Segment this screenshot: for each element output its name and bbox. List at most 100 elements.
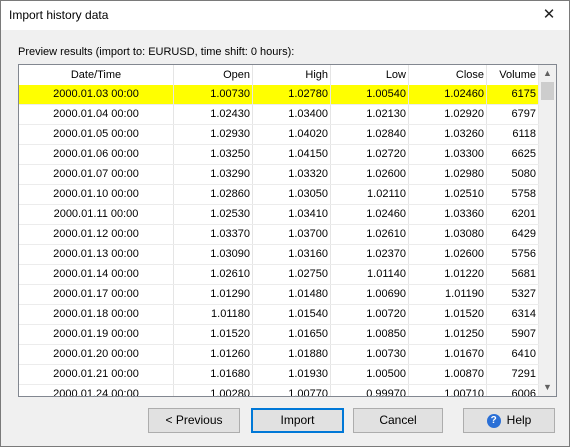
cell-close: 1.02510 bbox=[409, 185, 487, 204]
cell-datetime: 2000.01.24 00:00 bbox=[19, 385, 174, 396]
cell-low: 1.02130 bbox=[331, 105, 409, 124]
table-row[interactable]: 2000.01.18 00:00 1.01180 1.01540 1.00720 1.0… bbox=[19, 305, 539, 325]
cell-open: 1.01260 bbox=[174, 345, 253, 364]
cell-high: 1.01540 bbox=[253, 305, 331, 324]
table-row[interactable]: 2000.01.07 00:00 1.03290 1.03320 1.02600 1.0… bbox=[19, 165, 539, 185]
preview-table[interactable]: Date/Time Open High Low Close Volume 200… bbox=[18, 64, 557, 397]
cell-volume: 6625 bbox=[487, 145, 539, 164]
table-row[interactable]: 2000.01.06 00:00 1.03250 1.04150 1.02720 1.0… bbox=[19, 145, 539, 165]
cell-open: 1.01520 bbox=[174, 325, 253, 344]
cell-datetime: 2000.01.04 00:00 bbox=[19, 105, 174, 124]
cell-low: 1.02110 bbox=[331, 185, 409, 204]
cell-high: 1.01930 bbox=[253, 365, 331, 384]
table-row[interactable]: 2000.01.04 00:00 1.02430 1.03400 1.02130 1.0… bbox=[19, 105, 539, 125]
column-header-high[interactable]: High bbox=[253, 65, 331, 85]
cell-low: 1.02720 bbox=[331, 145, 409, 164]
column-header-open[interactable]: Open bbox=[174, 65, 253, 85]
cell-close: 1.02600 bbox=[409, 245, 487, 264]
scrollbar-thumb[interactable] bbox=[541, 82, 554, 100]
cell-low: 1.01140 bbox=[331, 265, 409, 284]
cell-low: 1.02370 bbox=[331, 245, 409, 264]
column-header-low[interactable]: Low bbox=[331, 65, 409, 85]
cell-low: 1.02600 bbox=[331, 165, 409, 184]
cell-datetime: 2000.01.21 00:00 bbox=[19, 365, 174, 384]
table-row[interactable]: 2000.01.21 00:00 1.01680 1.01930 1.00500 1.0… bbox=[19, 365, 539, 385]
cell-high: 1.01880 bbox=[253, 345, 331, 364]
table-row[interactable]: 2000.01.24 00:00 1.00280 1.00770 0.99970 1.0… bbox=[19, 385, 539, 396]
cell-open: 1.01680 bbox=[174, 365, 253, 384]
title-bar: Import history data ✕ bbox=[1, 1, 569, 30]
cell-volume: 5080 bbox=[487, 165, 539, 184]
cell-low: 0.99970 bbox=[331, 385, 409, 396]
vertical-scrollbar[interactable]: ▲ ▼ bbox=[539, 65, 556, 396]
cell-datetime: 2000.01.10 00:00 bbox=[19, 185, 174, 204]
cell-open: 1.03250 bbox=[174, 145, 253, 164]
cell-high: 1.03050 bbox=[253, 185, 331, 204]
cell-datetime: 2000.01.14 00:00 bbox=[19, 265, 174, 284]
help-icon: ? bbox=[486, 413, 501, 428]
column-header-volume[interactable]: Volume bbox=[487, 65, 539, 85]
cell-volume: 6118 bbox=[487, 125, 539, 144]
cell-high: 1.02780 bbox=[253, 85, 331, 104]
cell-low: 1.02610 bbox=[331, 225, 409, 244]
cell-volume: 7291 bbox=[487, 365, 539, 384]
cell-datetime: 2000.01.06 00:00 bbox=[19, 145, 174, 164]
cell-open: 1.03090 bbox=[174, 245, 253, 264]
table-row[interactable]: 2000.01.19 00:00 1.01520 1.01650 1.00850 1.0… bbox=[19, 325, 539, 345]
cell-high: 1.01650 bbox=[253, 325, 331, 344]
cell-volume: 6314 bbox=[487, 305, 539, 324]
cell-open: 1.03370 bbox=[174, 225, 253, 244]
cell-close: 1.03360 bbox=[409, 205, 487, 224]
column-header-close[interactable]: Close bbox=[409, 65, 487, 85]
close-icon[interactable]: ✕ bbox=[529, 1, 569, 30]
table-row[interactable]: 2000.01.14 00:00 1.02610 1.02750 1.01140 1.0… bbox=[19, 265, 539, 285]
cell-close: 1.02980 bbox=[409, 165, 487, 184]
column-header-datetime[interactable]: Date/Time bbox=[19, 65, 174, 85]
cell-volume: 5907 bbox=[487, 325, 539, 344]
cell-close: 1.03080 bbox=[409, 225, 487, 244]
cell-close: 1.01670 bbox=[409, 345, 487, 364]
cell-close: 1.01250 bbox=[409, 325, 487, 344]
table-row[interactable]: 2000.01.05 00:00 1.02930 1.04020 1.02840 1.0… bbox=[19, 125, 539, 145]
scroll-up-icon[interactable]: ▲ bbox=[539, 65, 556, 82]
cell-high: 1.01480 bbox=[253, 285, 331, 304]
cell-close: 1.00870 bbox=[409, 365, 487, 384]
cell-volume: 6175 bbox=[487, 85, 539, 104]
table-row[interactable]: 2000.01.20 00:00 1.01260 1.01880 1.00730 1.0… bbox=[19, 345, 539, 365]
cell-low: 1.02840 bbox=[331, 125, 409, 144]
table-row[interactable]: 2000.01.13 00:00 1.03090 1.03160 1.02370 1.0… bbox=[19, 245, 539, 265]
scroll-down-icon[interactable]: ▼ bbox=[539, 379, 556, 396]
cell-high: 1.02750 bbox=[253, 265, 331, 284]
table-row[interactable]: 2000.01.03 00:00 1.00730 1.02780 1.00540 1.0… bbox=[19, 85, 539, 105]
previous-button[interactable]: < Previous bbox=[148, 408, 240, 433]
table-row[interactable]: 2000.01.12 00:00 1.03370 1.03700 1.02610 1.0… bbox=[19, 225, 539, 245]
cell-high: 1.03160 bbox=[253, 245, 331, 264]
cell-close: 1.00710 bbox=[409, 385, 487, 396]
cell-high: 1.03700 bbox=[253, 225, 331, 244]
cell-volume: 6797 bbox=[487, 105, 539, 124]
cell-high: 1.03400 bbox=[253, 105, 331, 124]
help-button[interactable]: ? Help bbox=[463, 408, 555, 433]
cell-open: 1.02930 bbox=[174, 125, 253, 144]
cell-open: 1.01180 bbox=[174, 305, 253, 324]
table-row[interactable]: 2000.01.17 00:00 1.01290 1.01480 1.00690 1.0… bbox=[19, 285, 539, 305]
cell-low: 1.02460 bbox=[331, 205, 409, 224]
table-row[interactable]: 2000.01.10 00:00 1.02860 1.03050 1.02110 1.0… bbox=[19, 185, 539, 205]
cell-volume: 5758 bbox=[487, 185, 539, 204]
cell-datetime: 2000.01.13 00:00 bbox=[19, 245, 174, 264]
import-button[interactable]: Import bbox=[251, 408, 344, 433]
table-body: 2000.01.03 00:00 1.00730 1.02780 1.00540 1.0… bbox=[19, 85, 539, 396]
cell-datetime: 2000.01.18 00:00 bbox=[19, 305, 174, 324]
cell-volume: 6006 bbox=[487, 385, 539, 396]
cell-open: 1.01290 bbox=[174, 285, 253, 304]
cell-datetime: 2000.01.12 00:00 bbox=[19, 225, 174, 244]
cell-open: 1.02610 bbox=[174, 265, 253, 284]
cell-open: 1.02860 bbox=[174, 185, 253, 204]
cell-close: 1.02460 bbox=[409, 85, 487, 104]
cell-high: 1.04020 bbox=[253, 125, 331, 144]
cell-high: 1.04150 bbox=[253, 145, 331, 164]
table-row[interactable]: 2000.01.11 00:00 1.02530 1.03410 1.02460 1.0… bbox=[19, 205, 539, 225]
cell-close: 1.03300 bbox=[409, 145, 487, 164]
preview-label: Preview results (import to: EURUSD, time… bbox=[18, 46, 295, 58]
cancel-button[interactable]: Cancel bbox=[353, 408, 443, 433]
